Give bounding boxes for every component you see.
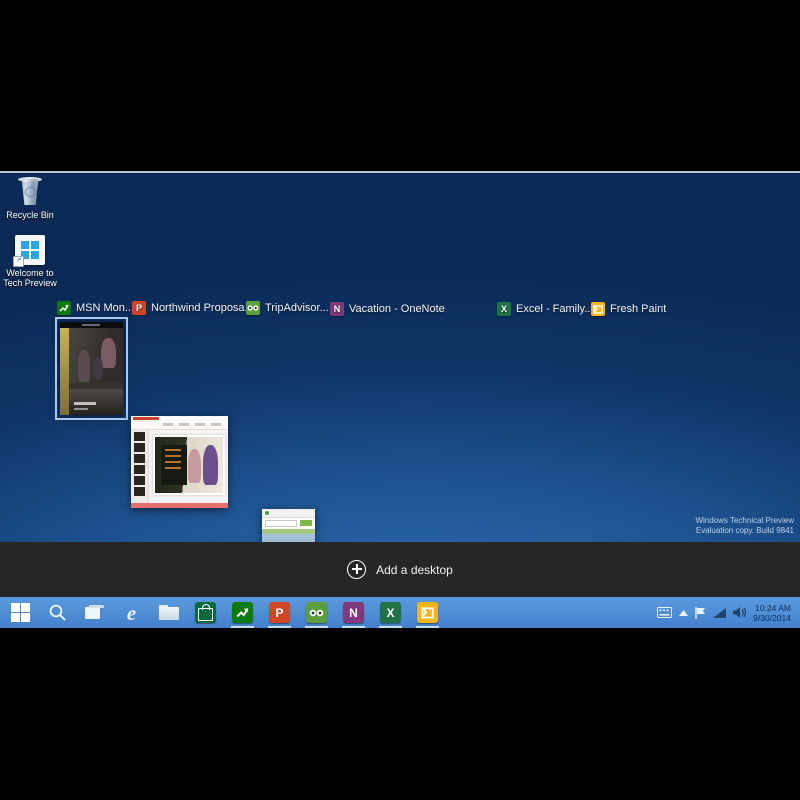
internet-explorer-button[interactable]: e (113, 597, 150, 628)
tripadvisor-icon (306, 602, 327, 623)
volume-icon[interactable] (733, 607, 747, 618)
recycle-bin-icon (17, 177, 43, 207)
plus-circle-icon (347, 560, 367, 579)
preview-figure (94, 358, 103, 380)
preview-figure (78, 350, 90, 382)
preview-slide-filmstrip (131, 430, 149, 503)
task-view-window-powerpoint[interactable] (131, 416, 228, 508)
taskbar-buttons: e P N X (0, 597, 446, 628)
letterbox-bottom (0, 628, 800, 800)
onenote-icon: N (330, 302, 344, 316)
desktop-icon-recycle-bin[interactable]: Recycle Bin (2, 177, 58, 220)
file-explorer-button[interactable] (150, 597, 187, 628)
start-button[interactable] (2, 597, 39, 628)
preview-figure (203, 445, 218, 485)
preview-decor (60, 328, 69, 415)
msn-money-taskbar-button[interactable] (224, 597, 261, 628)
preview-menu-card (161, 445, 187, 485)
shortcut-arrow-icon: ↗ (13, 256, 24, 267)
window-title: Vacation - OneNote (349, 303, 445, 315)
preview-photo (155, 437, 223, 493)
preview-figure (188, 449, 201, 483)
taskbar-clock[interactable]: 10:24 AM 9/30/2014 (753, 603, 791, 623)
network-icon[interactable] (713, 607, 727, 618)
fresh-paint-icon (417, 602, 438, 623)
file-explorer-icon (158, 605, 179, 620)
welcome-label-line2: Tech Preview (3, 278, 57, 288)
welcome-tile-icon: ↗ (13, 235, 45, 267)
welcome-label-line1: Welcome to (6, 268, 54, 278)
desktop-icon-welcome[interactable]: ↗ Welcome to Tech Preview (2, 235, 58, 288)
onenote-taskbar-button[interactable]: N (335, 597, 372, 628)
tripadvisor-taskbar-button[interactable] (298, 597, 335, 628)
window-title: Northwind Proposa... (151, 302, 254, 314)
watermark-line1: Windows Technical Preview (695, 516, 794, 525)
search-icon (49, 604, 66, 621)
task-view-window-msn-money[interactable] (55, 317, 128, 420)
clock-time: 10:24 AM (755, 602, 791, 613)
msn-money-icon (57, 301, 71, 315)
build-watermark: Windows Technical Preview Evaluation cop… (695, 516, 794, 536)
preview-figure (101, 338, 116, 368)
preview-caption (74, 402, 96, 405)
add-desktop-bar: Add a desktop (0, 542, 800, 597)
task-view-icon (85, 605, 104, 619)
recycle-bin-label: Recycle Bin (6, 210, 54, 220)
task-view-label-powerpoint[interactable]: P Northwind Proposa... (132, 300, 254, 316)
onenote-icon: N (343, 602, 364, 623)
window-title: TripAdvisor... (265, 302, 329, 314)
clock-date: 9/30/2014 (753, 612, 791, 623)
letterbox-top (0, 0, 800, 171)
search-button[interactable] (39, 597, 76, 628)
add-desktop-button[interactable]: Add a desktop (347, 560, 453, 579)
excel-taskbar-button[interactable]: X (372, 597, 409, 628)
windows-start-icon (11, 603, 30, 622)
fresh-paint-taskbar-button[interactable] (409, 597, 446, 628)
system-tray: 10:24 AM 9/30/2014 (657, 597, 800, 628)
recycle-symbol (25, 187, 37, 197)
preview-search-box (265, 520, 297, 527)
excel-icon: X (497, 302, 511, 316)
screen: Recycle Bin ↗ Welcome to Tech Preview MS… (0, 0, 800, 800)
window-title: MSN Mon... (76, 302, 135, 314)
desktop-background[interactable]: Recycle Bin ↗ Welcome to Tech Preview MS… (0, 173, 800, 800)
powerpoint-icon: P (269, 602, 290, 623)
preview-titlebar (262, 509, 315, 518)
store-button[interactable] (187, 597, 224, 628)
powerpoint-taskbar-button[interactable]: P (261, 597, 298, 628)
action-center-flag-icon[interactable] (695, 606, 706, 619)
preview-decor (131, 503, 228, 508)
excel-icon: X (380, 602, 401, 623)
powerpoint-icon: P (132, 301, 146, 315)
preview-ribbon (131, 416, 228, 430)
task-view-label-onenote[interactable]: N Vacation - OneNote (330, 301, 445, 317)
window-title: Fresh Paint (610, 303, 667, 315)
add-desktop-label: Add a desktop (376, 562, 453, 577)
touch-keyboard-icon[interactable] (657, 607, 673, 618)
tripadvisor-icon (246, 301, 260, 315)
fresh-paint-icon (591, 302, 605, 316)
task-view-button[interactable] (76, 597, 113, 628)
task-view-label-excel[interactable]: X Excel - Family... (497, 301, 593, 317)
window-title: Excel - Family... (516, 303, 594, 315)
preview-button (300, 520, 312, 526)
preview-caption (74, 408, 88, 410)
taskbar: e P N X 10:24 AM 9/30/2014 (0, 597, 800, 630)
store-icon (195, 602, 216, 623)
internet-explorer-icon: e (126, 600, 137, 625)
watermark-line2: Evaluation copy. Build 9841 (695, 526, 794, 535)
task-view-label-fresh-paint[interactable]: Fresh Paint (591, 301, 666, 317)
preview-slide (153, 435, 225, 495)
show-hidden-icons-chevron[interactable] (679, 609, 689, 616)
task-view-label-msn-money[interactable]: MSN Mon... (57, 300, 134, 316)
msn-money-icon (232, 602, 253, 623)
task-view-label-tripadvisor[interactable]: TripAdvisor... (246, 300, 329, 316)
